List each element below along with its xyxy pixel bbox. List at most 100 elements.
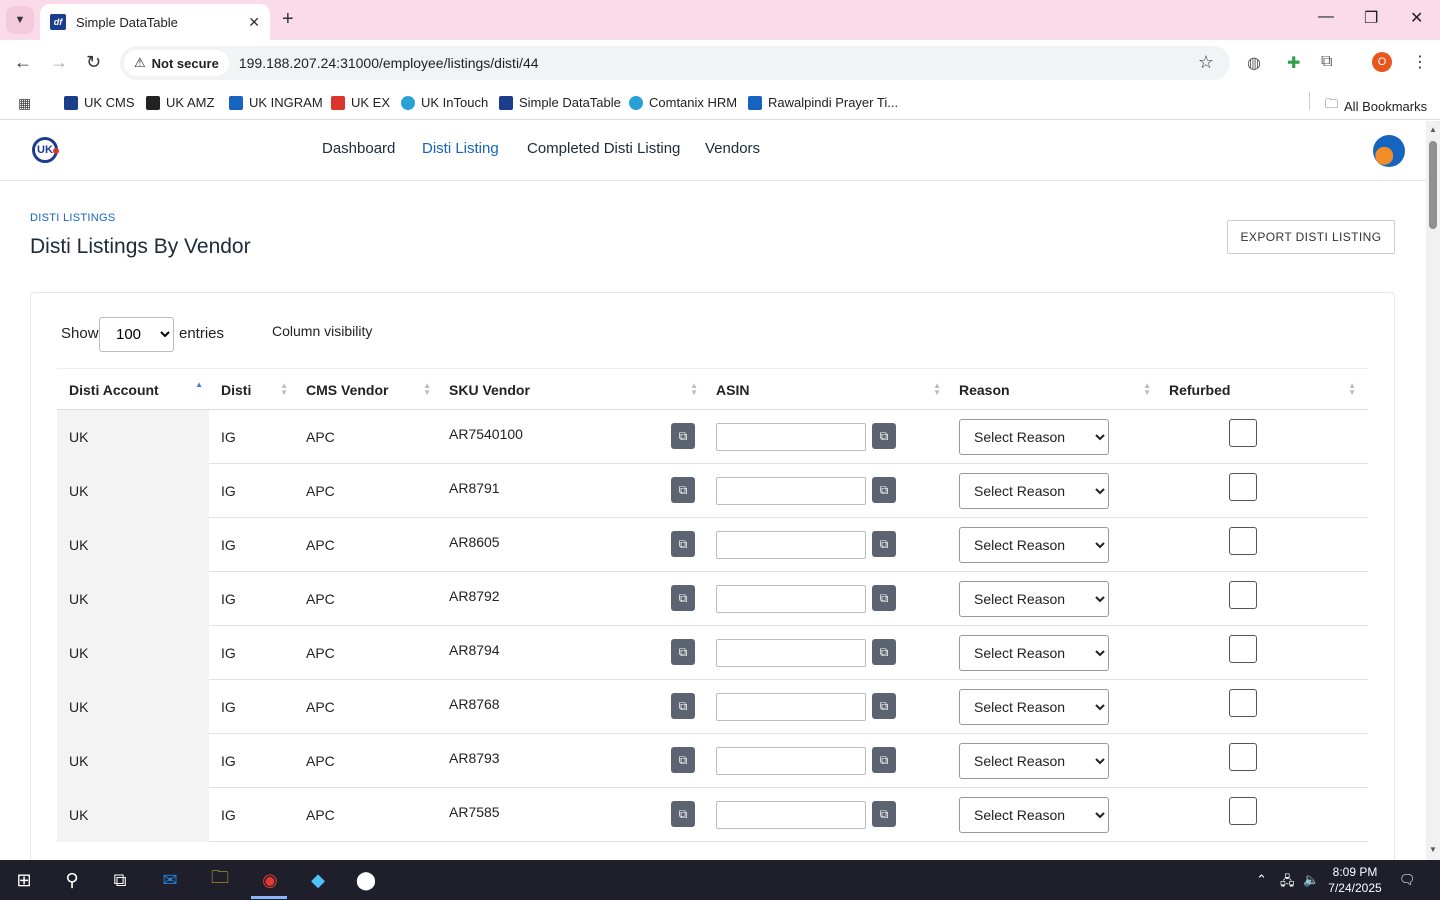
new-tab-plus-icon[interactable]: + [282, 8, 294, 31]
copy-sku-icon[interactable]: ⧉ [671, 747, 695, 773]
browser-tab[interactable]: df Simple DataTable ✕ [40, 4, 270, 40]
refurbed-checkbox[interactable] [1229, 581, 1257, 609]
bookmark-uk-ex[interactable]: UK EX [331, 95, 390, 110]
nav-vendors[interactable]: Vendors [705, 140, 760, 157]
system-clock[interactable]: 8:09 PM 7/24/2025 [1325, 864, 1385, 896]
scroll-up-arrow-icon[interactable]: ▲ [1429, 125, 1437, 134]
asin-input[interactable] [716, 801, 866, 829]
zoom-icon[interactable]: ⬤ [352, 868, 380, 892]
back-arrow-icon[interactable]: ← [14, 52, 32, 73]
copy-asin-icon[interactable]: ⧉ [872, 639, 896, 665]
copy-sku-icon[interactable]: ⧉ [671, 801, 695, 827]
copy-asin-icon[interactable]: ⧉ [872, 477, 896, 503]
bookmark-comtanix-hrm[interactable]: Comtanix HRM [629, 95, 737, 110]
nav-completed-disti-listing[interactable]: Completed Disti Listing [527, 140, 680, 157]
copy-asin-icon[interactable]: ⧉ [872, 531, 896, 557]
restore-icon[interactable]: ❐ [1364, 8, 1378, 28]
tab-close-icon[interactable]: ✕ [248, 14, 260, 31]
bookmark-uk-ingram[interactable]: UK INGRAM [229, 95, 323, 110]
refurbed-checkbox[interactable] [1229, 473, 1257, 501]
reason-select[interactable]: Select Reason [959, 419, 1109, 455]
bookmark-uk-intouch[interactable]: UK InTouch [401, 95, 488, 110]
translate-globe-icon[interactable]: ◍ [1247, 53, 1261, 73]
bookmark-uk-amz[interactable]: UK AMZ [146, 95, 214, 110]
all-bookmarks[interactable]: 🗀 All Bookmarks [1325, 95, 1427, 117]
reason-select[interactable]: Select Reason [959, 689, 1109, 725]
url-text[interactable]: 199.188.207.24:31000/employee/listings/d… [239, 55, 539, 71]
copy-sku-icon[interactable]: ⧉ [671, 477, 695, 503]
col-reason[interactable]: Reason ▲ ▼ [947, 369, 1157, 411]
asin-input[interactable] [716, 693, 866, 721]
column-visibility-button[interactable]: Column visibility [272, 323, 372, 339]
refurbed-checkbox[interactable] [1229, 797, 1257, 825]
file-explorer-icon[interactable]: 🗀 [206, 867, 234, 892]
reason-select[interactable]: Select Reason [959, 635, 1109, 671]
refurbed-checkbox[interactable] [1229, 419, 1257, 447]
asin-input[interactable] [716, 477, 866, 505]
asin-input[interactable] [716, 747, 866, 775]
extensions-icon[interactable]: ⧉ [1321, 53, 1332, 71]
col-sku-vendor[interactable]: SKU Vendor ▲ ▼ [437, 369, 704, 411]
copy-sku-icon[interactable]: ⧉ [671, 639, 695, 665]
notification-icon[interactable]: 🗨 [1399, 872, 1416, 888]
search-icon[interactable]: ⚲ [58, 868, 86, 892]
network-icon[interactable]: 🖧 [1280, 872, 1295, 894]
volume-muted-icon[interactable]: 🔈 [1303, 872, 1319, 888]
reason-select[interactable]: Select Reason [959, 473, 1109, 509]
reason-select[interactable]: Select Reason [959, 581, 1109, 617]
reason-select[interactable]: Select Reason [959, 743, 1109, 779]
reason-select[interactable]: Select Reason [959, 797, 1109, 833]
scroll-thumb[interactable] [1429, 141, 1437, 229]
bookmark-rawalpindi-prayer[interactable]: Rawalpindi Prayer Ti... [748, 95, 898, 110]
copy-asin-icon[interactable]: ⧉ [872, 585, 896, 611]
breadcrumb[interactable]: DISTI LISTINGS [30, 212, 116, 224]
col-disti-account[interactable]: Disti Account ▲ [57, 369, 209, 411]
col-asin[interactable]: ASIN ▲ ▼ [704, 369, 947, 411]
copy-asin-icon[interactable]: ⧉ [872, 693, 896, 719]
reason-select[interactable]: Select Reason [959, 527, 1109, 563]
nav-dashboard[interactable]: Dashboard [322, 140, 395, 157]
refurbed-checkbox[interactable] [1229, 689, 1257, 717]
col-refurbed[interactable]: Refurbed ▲ ▼ [1157, 369, 1362, 411]
asin-input[interactable] [716, 585, 866, 613]
security-chip[interactable]: ⚠ Not secure [124, 50, 229, 76]
minimize-icon[interactable]: — [1318, 8, 1334, 26]
user-avatar[interactable] [1373, 135, 1405, 167]
window-close-icon[interactable]: ✕ [1410, 8, 1423, 28]
page-scrollbar[interactable]: ▲ ▼ [1426, 121, 1440, 860]
reload-icon[interactable]: ↻ [86, 52, 101, 73]
chrome-icon[interactable]: ◉ [256, 868, 284, 892]
bookmark-star-icon[interactable]: ☆ [1198, 52, 1214, 73]
forward-arrow-icon[interactable]: → [50, 52, 68, 73]
refurbed-checkbox[interactable] [1229, 743, 1257, 771]
export-disti-listing-button[interactable]: EXPORT DISTI LISTING [1227, 220, 1395, 254]
col-cms-vendor[interactable]: CMS Vendor ▲ ▼ [294, 369, 437, 411]
copy-asin-icon[interactable]: ⧉ [872, 423, 896, 449]
copy-asin-icon[interactable]: ⧉ [872, 747, 896, 773]
bookmark-uk-cms[interactable]: UK CMS [64, 95, 135, 110]
copy-sku-icon[interactable]: ⧉ [671, 531, 695, 557]
copy-sku-icon[interactable]: ⧉ [671, 423, 695, 449]
address-bar[interactable]: ⚠ Not secure 199.188.207.24:31000/employ… [120, 46, 1230, 80]
col-disti[interactable]: Disti ▲ ▼ [209, 369, 294, 411]
browser-menu-icon[interactable]: ⋮ [1412, 52, 1428, 72]
nav-disti-listing[interactable]: Disti Listing [422, 140, 499, 157]
copy-asin-icon[interactable]: ⧉ [872, 801, 896, 827]
uk-logo[interactable]: UK [32, 137, 59, 163]
copy-sku-icon[interactable]: ⧉ [671, 585, 695, 611]
asin-input[interactable] [716, 423, 866, 451]
refurbed-checkbox[interactable] [1229, 527, 1257, 555]
apps-grid-icon[interactable]: ▦ [18, 95, 31, 112]
refurbed-checkbox[interactable] [1229, 635, 1257, 663]
profile-avatar-icon[interactable]: O [1372, 52, 1392, 72]
windows-start-icon[interactable]: ⊞ [10, 868, 38, 892]
copy-sku-icon[interactable]: ⧉ [671, 693, 695, 719]
asin-input[interactable] [716, 639, 866, 667]
extension-puzzle-green-icon[interactable]: ✚ [1287, 53, 1300, 73]
app-diamond-icon[interactable]: ◆ [304, 868, 332, 892]
bookmark-simple-datatable[interactable]: Simple DataTable [499, 95, 621, 110]
asin-input[interactable] [716, 531, 866, 559]
task-view-icon[interactable]: ⧉ [106, 868, 134, 892]
tray-chevron-up-icon[interactable]: ⌃ [1256, 872, 1267, 888]
tab-search-chevron-icon[interactable]: ▼ [6, 6, 34, 34]
